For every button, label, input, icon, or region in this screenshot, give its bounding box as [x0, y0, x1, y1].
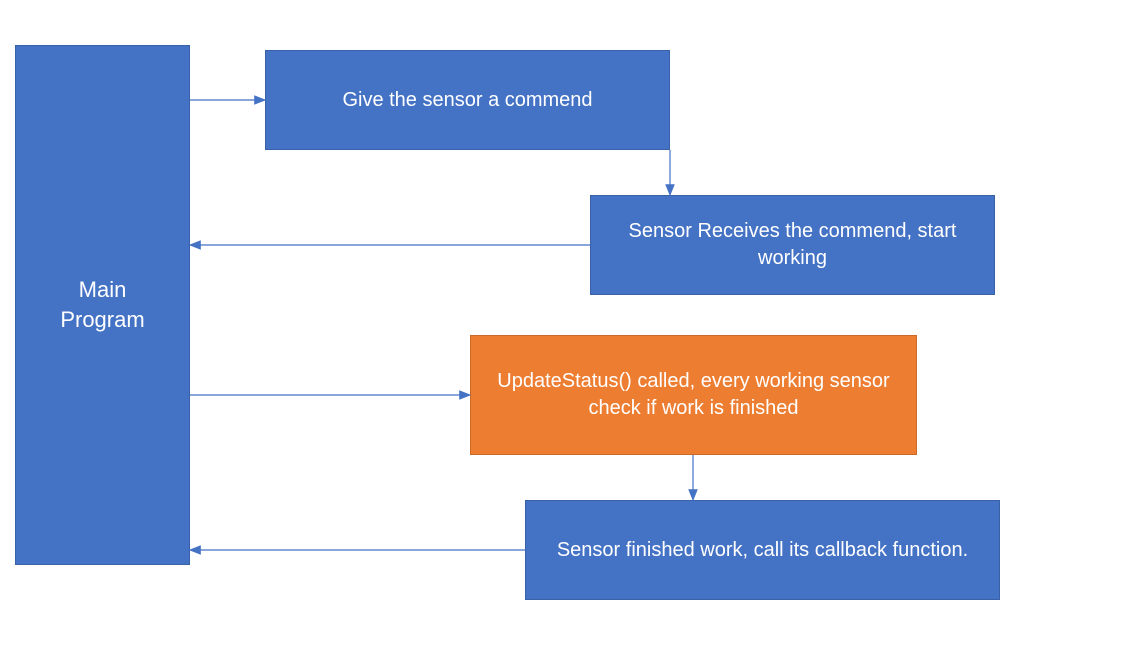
main-program-label: MainProgram	[60, 275, 144, 334]
give-command-label: Give the sensor a commend	[342, 87, 592, 114]
update-status-box: UpdateStatus() called, every working sen…	[470, 335, 917, 455]
main-program-box: MainProgram	[15, 45, 190, 565]
sensor-receives-box: Sensor Receives the commend, start worki…	[590, 195, 995, 295]
update-status-label: UpdateStatus() called, every working sen…	[489, 368, 898, 422]
give-command-box: Give the sensor a commend	[265, 50, 670, 150]
sensor-finished-box: Sensor finished work, call its callback …	[525, 500, 1000, 600]
sensor-receives-label: Sensor Receives the commend, start worki…	[609, 218, 976, 272]
sensor-finished-label: Sensor finished work, call its callback …	[557, 537, 968, 564]
